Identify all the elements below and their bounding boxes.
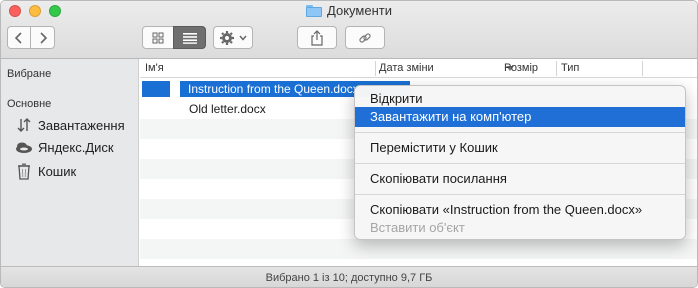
link-icon (359, 32, 371, 43)
window-title-area: Документи (1, 3, 697, 20)
gear-icon (220, 30, 234, 45)
menu-item-open[interactable]: Відкрити (355, 89, 685, 109)
forward-button[interactable] (30, 26, 55, 49)
share-button[interactable] (297, 26, 337, 49)
share-upload-icon (311, 29, 323, 46)
sidebar-item-label: Яндекс.Диск (38, 139, 114, 155)
sidebar-header-favorites: Вибране (7, 68, 52, 80)
empty-row (140, 239, 697, 259)
menu-separator (355, 132, 685, 133)
sidebar-item-yandex-disk[interactable]: Яндекс.Диск (15, 139, 114, 155)
finder-window: Документи Вибране Основне Завантаження Я… (0, 0, 698, 288)
list-view-button[interactable] (173, 26, 206, 49)
sidebar: Вибране Основне Завантаження Яндекс.Диск (1, 59, 139, 266)
column-divider[interactable] (375, 61, 376, 76)
menu-separator (355, 194, 685, 195)
column-header-size[interactable]: Розмір (504, 62, 538, 74)
action-menu-button[interactable] (213, 26, 253, 49)
trash-icon (15, 163, 33, 180)
sidebar-item-downloads[interactable]: Завантаження (15, 117, 125, 133)
cloud-disk-icon (15, 139, 33, 155)
menu-item-paste[interactable]: Вставити об'єкт (355, 218, 685, 238)
column-header-row: Ім'я Дата зміни Розмір Тип (140, 59, 697, 78)
status-bar: Вибрано 1 із 10; доступно 9,7 ГБ (1, 266, 697, 287)
back-button[interactable] (7, 26, 31, 49)
column-header-date[interactable]: Дата зміни (379, 62, 434, 74)
context-menu: Відкрити Завантажити на комп'ютер Перемі… (354, 85, 686, 240)
menu-separator (355, 163, 685, 164)
title-bar: Документи (1, 1, 697, 59)
column-divider[interactable] (642, 61, 643, 76)
column-header-type[interactable]: Тип (561, 62, 579, 74)
menu-item-move-to-trash[interactable]: Перемістити у Кошик (355, 138, 685, 158)
sidebar-item-trash[interactable]: Кошик (15, 163, 77, 180)
sidebar-item-label: Кошик (38, 163, 77, 179)
folder-icon (306, 4, 323, 17)
chevron-right-icon (39, 31, 47, 44)
chevron-down-icon (239, 35, 247, 41)
file-icon-selected (142, 81, 170, 97)
file-name: Old letter.docx (189, 102, 266, 116)
chevron-left-icon (14, 31, 22, 44)
menu-item-copy-link[interactable]: Скопіювати посилання (355, 169, 685, 189)
list-icon (182, 32, 197, 44)
menu-item-download-to-computer[interactable]: Завантажити на комп'ютер (355, 107, 685, 127)
grid-icon (152, 32, 164, 43)
column-divider[interactable] (556, 61, 557, 76)
icon-view-button[interactable] (142, 26, 174, 49)
sidebar-header-main: Основне (7, 98, 52, 110)
copy-link-button[interactable] (345, 26, 385, 49)
window-title: Документи (327, 3, 392, 18)
download-arrows-icon (15, 117, 33, 133)
sidebar-item-label: Завантаження (38, 117, 125, 133)
menu-item-copy-file[interactable]: Скопіювати «Instruction from the Queen.d… (355, 200, 685, 220)
column-header-name[interactable]: Ім'я (145, 62, 164, 74)
